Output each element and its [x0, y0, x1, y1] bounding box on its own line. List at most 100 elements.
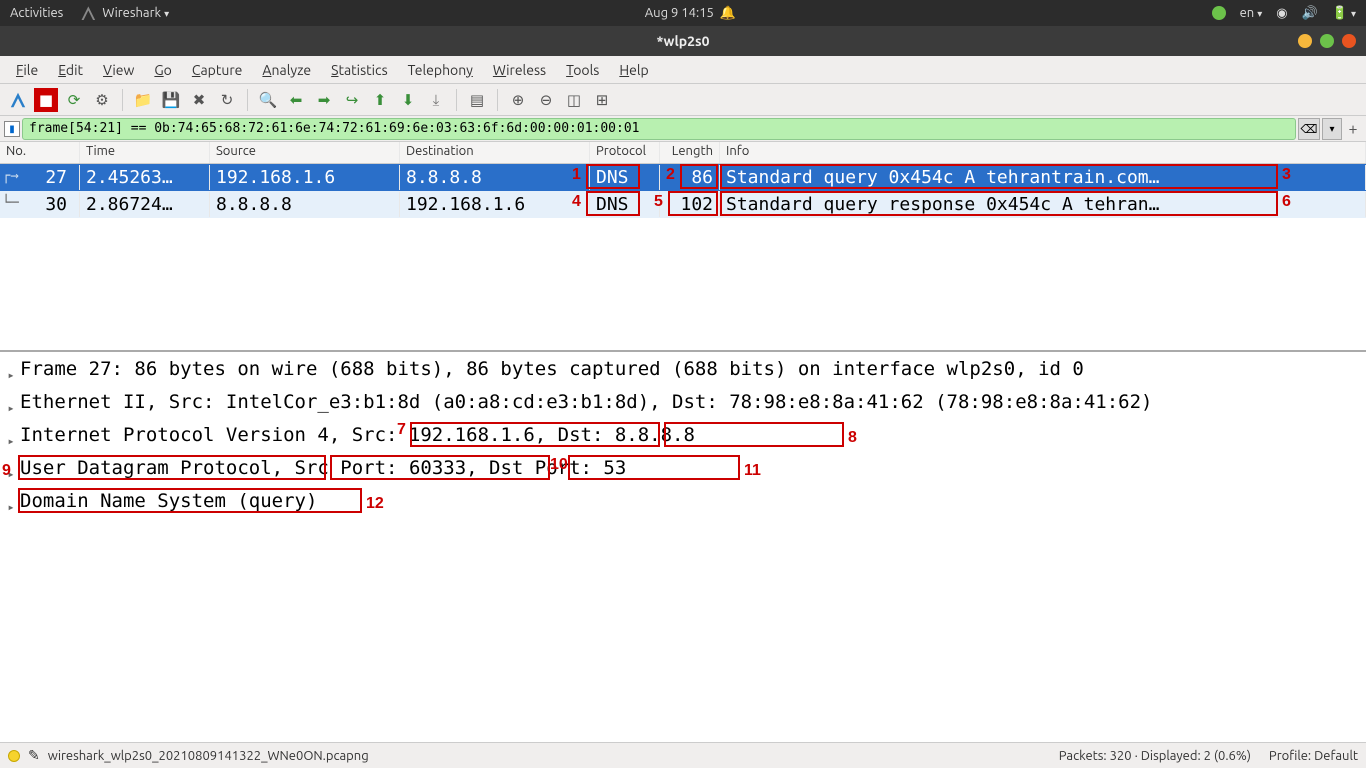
menu-edit[interactable]: Edit: [50, 60, 91, 80]
capture-options-button[interactable]: ⚙: [90, 88, 114, 112]
annotation-11: 11: [744, 457, 761, 484]
find-button[interactable]: 🔍: [256, 88, 280, 112]
menu-analyze[interactable]: Analyze: [254, 60, 319, 80]
annotation-box-6: [720, 191, 1278, 216]
start-capture-button[interactable]: [6, 88, 30, 112]
col-info[interactable]: Info: [720, 142, 1366, 163]
volume-icon[interactable]: 🔊: [1302, 6, 1318, 21]
packet-count-label: Packets: 320 · Displayed: 2 (0.6%): [1041, 749, 1269, 763]
packet-row[interactable]: └─ 30 2.86724… 8.8.8.8 192.168.1.6 DNS 1…: [0, 191, 1366, 218]
menu-bar: File Edit View Go Capture Analyze Statis…: [0, 56, 1366, 84]
col-length[interactable]: Length: [660, 142, 720, 163]
auto-scroll-button[interactable]: ⤓: [424, 88, 448, 112]
main-toolbar: ■ ⟳ ⚙ 📁 💾 ✖ ↻ 🔍 ⬅ ➡ ↪ ⬆ ⬇ ⤓ ▤ ⊕ ⊖ ◫ ⊞: [0, 84, 1366, 116]
go-back-button[interactable]: ⬅: [284, 88, 308, 112]
packet-row[interactable]: ┌→ 27 2.45263… 192.168.1.6 8.8.8.8 DNS 8…: [0, 164, 1366, 191]
menu-help[interactable]: Help: [611, 60, 656, 80]
annotation-box-7: [410, 422, 660, 447]
annotation-10: 10: [550, 451, 568, 478]
accessibility-icon[interactable]: ◉: [1276, 6, 1287, 21]
resize-columns-button[interactable]: ⊞: [590, 88, 614, 112]
maximize-button[interactable]: [1320, 34, 1334, 48]
close-button[interactable]: [1342, 34, 1356, 48]
bell-icon: 🔔: [720, 6, 736, 20]
detail-ethernet[interactable]: ▸ Ethernet II, Src: IntelCor_e3:b1:8d (a…: [2, 389, 1364, 422]
display-filter-input[interactable]: [22, 118, 1296, 140]
window-title: *wlp2s0: [656, 33, 709, 49]
colorize-button[interactable]: ▤: [465, 88, 489, 112]
annotation-5: 5: [654, 193, 663, 211]
detail-udp[interactable]: ▸ User Datagram Protocol, Src Port: 6033…: [2, 455, 1364, 488]
detail-ip[interactable]: ▸ Internet Protocol Version 4, Src: 192.…: [2, 422, 1364, 455]
packet-list-header: No. Time Source Destination Protocol Len…: [0, 142, 1366, 164]
expert-info-icon[interactable]: [8, 750, 20, 762]
menu-view[interactable]: View: [95, 60, 142, 80]
minimize-button[interactable]: [1298, 34, 1312, 48]
filter-add-button[interactable]: +: [1344, 120, 1362, 138]
activities-button[interactable]: Activities: [10, 6, 63, 20]
annotation-box-8: [664, 422, 844, 447]
window-controls: [1298, 34, 1356, 48]
profile-label[interactable]: Profile: Default: [1269, 749, 1358, 763]
annotation-12: 12: [366, 490, 384, 517]
expand-icon[interactable]: ▸: [2, 389, 20, 422]
col-time[interactable]: Time: [80, 142, 210, 163]
menu-tools[interactable]: Tools: [558, 60, 607, 80]
wireshark-fin-icon: [81, 6, 95, 20]
app-indicator[interactable]: Wireshark▾: [81, 6, 169, 21]
annotation-3: 3: [1282, 166, 1291, 184]
col-no[interactable]: No.: [0, 142, 80, 163]
clock[interactable]: Aug 9 14:15 🔔: [645, 6, 736, 20]
status-bar: ✎ wireshark_wlp2s0_20210809141322_WNe0ON…: [0, 742, 1366, 768]
filter-clear-button[interactable]: ⌫: [1298, 118, 1320, 140]
battery-icon[interactable]: 🔋▾: [1332, 6, 1356, 21]
gnome-top-bar: Activities Wireshark▾ Aug 9 14:15 🔔 en▾ …: [0, 0, 1366, 26]
menu-go[interactable]: Go: [146, 60, 180, 80]
lang-indicator[interactable]: en▾: [1240, 6, 1263, 20]
annotation-4: 4: [572, 193, 581, 211]
packet-list-pane: No. Time Source Destination Protocol Len…: [0, 142, 1366, 352]
annotation-box-12: [18, 488, 362, 513]
packet-details-pane[interactable]: ▸ Frame 27: 86 bytes on wire (688 bits),…: [0, 352, 1366, 742]
annotation-7: 7: [397, 416, 406, 443]
zoom-out-button[interactable]: ⊖: [534, 88, 558, 112]
go-first-button[interactable]: ⬆: [368, 88, 392, 112]
open-file-button[interactable]: 📁: [131, 88, 155, 112]
annotation-box-1: [586, 164, 640, 189]
col-protocol[interactable]: Protocol: [590, 142, 660, 163]
go-last-button[interactable]: ⬇: [396, 88, 420, 112]
annotation-box-4: [586, 191, 640, 216]
detail-dns[interactable]: ▸ Domain Name System (query) 12: [2, 488, 1364, 521]
stop-capture-button[interactable]: ■: [34, 88, 58, 112]
detail-frame[interactable]: ▸ Frame 27: 86 bytes on wire (688 bits),…: [2, 356, 1364, 389]
status-ok-icon: [1212, 6, 1226, 20]
capture-file-label[interactable]: wireshark_wlp2s0_20210809141322_WNe0ON.p…: [48, 749, 369, 763]
zoom-in-button[interactable]: ⊕: [506, 88, 530, 112]
reload-button[interactable]: ↻: [215, 88, 239, 112]
related-up-icon: └─: [2, 195, 42, 213]
filter-history-button[interactable]: ▾: [1322, 118, 1342, 140]
unsaved-icon: ✎: [28, 747, 40, 764]
col-source[interactable]: Source: [210, 142, 400, 163]
annotation-box-2: [680, 164, 718, 189]
restart-capture-button[interactable]: ⟳: [62, 88, 86, 112]
menu-wireless[interactable]: Wireless: [485, 60, 554, 80]
close-file-button[interactable]: ✖: [187, 88, 211, 112]
expand-icon[interactable]: ▸: [2, 422, 20, 455]
zoom-reset-button[interactable]: ◫: [562, 88, 586, 112]
annotation-box-3: [720, 164, 1278, 189]
menu-statistics[interactable]: Statistics: [323, 60, 395, 80]
filter-bookmark-button[interactable]: ▮: [4, 121, 20, 137]
annotation-9: 9: [2, 457, 11, 484]
save-file-button[interactable]: 💾: [159, 88, 183, 112]
menu-file[interactable]: File: [8, 60, 46, 80]
col-destination[interactable]: Destination: [400, 142, 590, 163]
menu-capture[interactable]: Capture: [184, 60, 251, 80]
go-to-packet-button[interactable]: ↪: [340, 88, 364, 112]
related-down-icon: ┌→: [2, 168, 42, 186]
expand-icon[interactable]: ▸: [2, 356, 20, 389]
menu-telephony[interactable]: Telephony: [400, 60, 481, 80]
annotation-6: 6: [1282, 193, 1291, 211]
window-titlebar: *wlp2s0: [0, 26, 1366, 56]
go-forward-button[interactable]: ➡: [312, 88, 336, 112]
